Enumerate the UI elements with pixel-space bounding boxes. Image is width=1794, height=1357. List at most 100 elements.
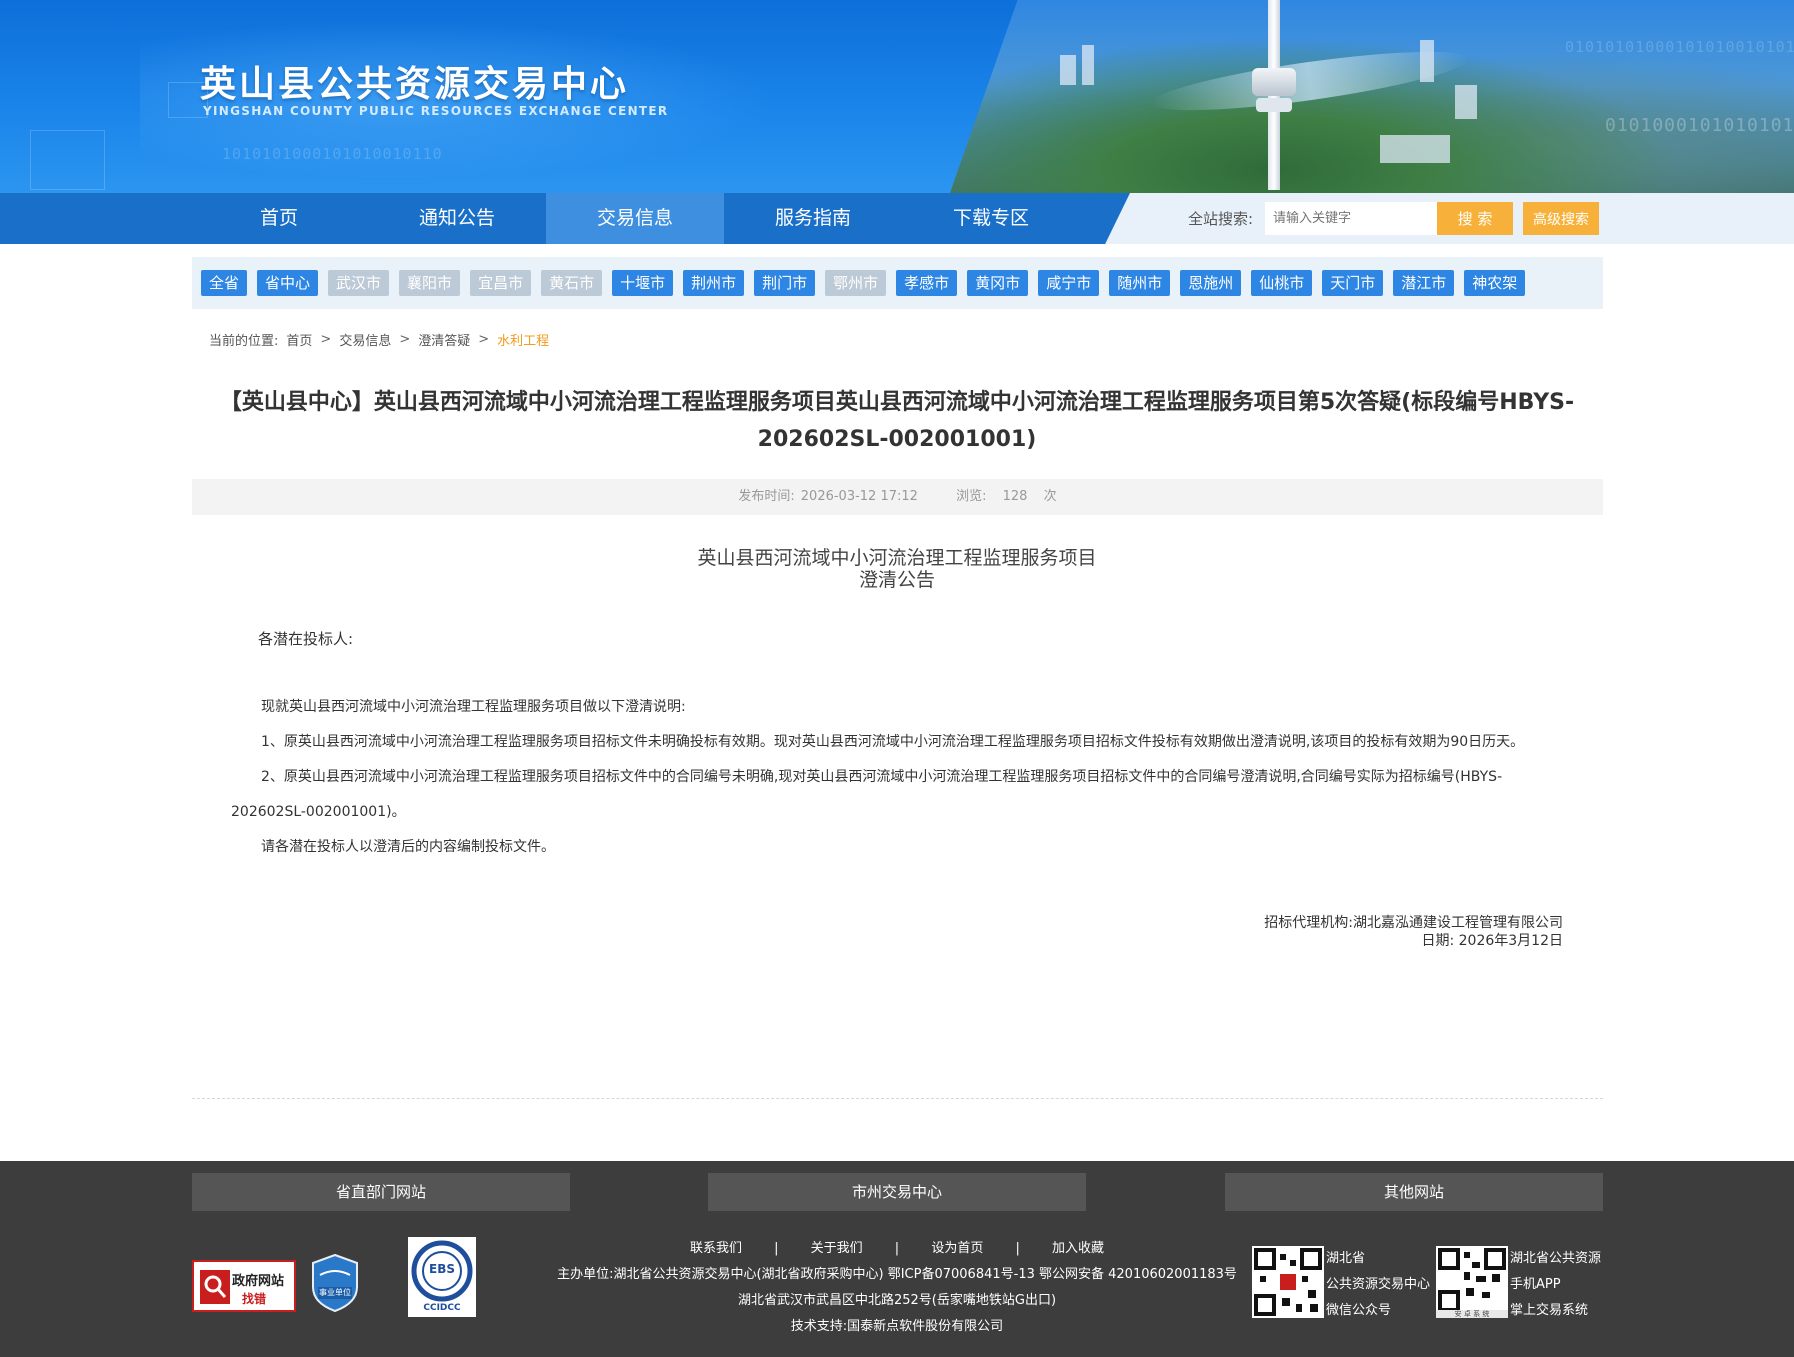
region-chip[interactable]: 孝感市 [896,270,958,296]
site-title: 英山县公共资源交易中心 [200,64,630,105]
region-filter-bar: 全省 省中心 武汉市 襄阳市 宜昌市 黄石市 十堰市 荆州市 荆门市 鄂州市 孝感市 黄冈市 咸宁市 随州… [192,257,1603,309]
nav-item-trading-info[interactable]: 交易信息 [546,193,724,244]
wechat-qr-label: 湖北省 公共资源交易中心 微信公众号 [1326,1246,1430,1324]
banner-decor [30,130,105,190]
advanced-search-button[interactable]: 高级搜索 [1523,202,1599,235]
document-heading-line2: 澄清公告 [858,569,935,591]
qr-code-icon [1254,1248,1322,1316]
breadcrumb-item-home[interactable]: 首页 [286,330,312,349]
signature-block: 招标代理机构:湖北嘉泓通建设工程管理有限公司 日期: 2026年3月12日 [1180,914,1563,950]
region-chip[interactable]: 黄石市 [541,270,603,296]
breadcrumb-prefix: 当前的位置: [209,334,279,349]
breadcrumb-item-trading-info[interactable]: 交易信息 [339,330,391,349]
search-input[interactable] [1265,202,1437,235]
header-banner: 1010101000101010010110 01010101000101010… [0,0,1794,193]
footer-link-sep: | [894,1241,900,1256]
views-unit: 次 [1043,489,1057,504]
body-paragraph: 请各潜在投标人以澄清后的内容编制投标文件。 [261,839,555,855]
nav-item-notices[interactable]: 通知公告 [368,193,546,244]
banner-building [1082,45,1094,85]
footer-tab-city-centers[interactable]: 市州交易中心 [708,1173,1086,1211]
region-chip[interactable]: 潜江市 [1393,270,1455,296]
region-chip[interactable]: 襄阳市 [399,270,461,296]
breadcrumb-separator: > [478,332,490,347]
footer-link-about[interactable]: 关于我们 [811,1241,863,1256]
app-qr-label: 湖北省公共资源 手机APP 掌上交易系统 [1510,1246,1601,1324]
footer-tab-other-sites[interactable]: 其他网站 [1225,1173,1603,1211]
banner-binary-decor: 1010101000101010010110 [222,145,443,163]
main-nav: 首页 通知公告 交易信息 服务指南 下载专区 全站搜索: 搜 索 高级搜索 [0,193,1794,244]
banner-city-image [950,0,1794,193]
document-heading-line1: 英山县西河流域中小河流治理工程监理服务项目 [697,547,1097,569]
article-title: 【英山县中心】英山县西河流域中小河流治理工程监理服务项目英山县西河流域中小河流治… [219,390,1575,452]
region-chip[interactable]: 恩施州 [1180,270,1242,296]
region-chip[interactable]: 黄冈市 [967,270,1029,296]
qr2-label-line: 掌上交易系统 [1510,1303,1589,1318]
content-divider [192,1098,1603,1099]
region-chip[interactable]: 荆门市 [754,270,816,296]
breadcrumb: 当前的位置: 首页 > 交易信息 > 澄清答疑 > 水利工程 [209,330,557,349]
search-button[interactable]: 搜 索 [1437,202,1513,235]
breadcrumb-separator: > [399,332,411,347]
article-meta: 发布时间: 2026-03-12 17:12 浏览: 128 次 [192,479,1603,515]
region-chip[interactable]: 鄂州市 [825,270,887,296]
region-chip[interactable]: 省中心 [257,270,319,296]
banner-building [1420,40,1434,82]
region-chip[interactable]: 随州市 [1109,270,1171,296]
search-label: 全站搜索: [1188,210,1254,228]
region-chip[interactable]: 宜昌市 [470,270,532,296]
footer-link-set-home[interactable]: 设为首页 [931,1241,983,1256]
qr1-label-line: 公共资源交易中心 [1326,1277,1431,1292]
body-paragraph: 现就英山县西河流域中小河流治理工程监理服务项目做以下澄清说明: [261,699,686,715]
breadcrumb-separator: > [320,332,332,347]
agency-name: 招标代理机构:湖北嘉泓通建设工程管理有限公司 [1264,915,1563,931]
app-qr-caption: 安 卓 系 统 [1454,1310,1490,1318]
footer-link-bookmark[interactable]: 加入收藏 [1052,1241,1104,1256]
breadcrumb-item-current[interactable]: 水利工程 [497,330,549,349]
qr2-label-line: 手机APP [1510,1277,1561,1292]
nav-items: 首页 通知公告 交易信息 服务指南 下载专区 [190,193,1080,244]
qr1-label-line: 湖北省 [1326,1251,1366,1266]
banner-building [1455,85,1477,119]
body-paragraph: 2、原英山县西河流域中小河流治理工程监理服务项目招标文件中的合同编号未明确,现对… [231,769,1503,820]
region-chip[interactable]: 天门市 [1322,270,1384,296]
qr2-label-line: 湖北省公共资源 [1510,1251,1602,1266]
nav-item-service-guide[interactable]: 服务指南 [724,193,902,244]
qr-code-icon [1436,1248,1508,1318]
app-qr-code: 安 卓 系 统 [1436,1246,1508,1318]
region-list: 全省 省中心 武汉市 襄阳市 宜昌市 黄石市 十堰市 荆州市 荆门市 鄂州市 孝感市 黄冈市 咸宁市 随州… [201,270,1535,296]
banner-building [1060,55,1076,85]
views-label: 浏览: [956,489,987,504]
publish-label: 发布时间: [738,489,795,504]
region-chip[interactable]: 咸宁市 [1038,270,1100,296]
region-chip[interactable]: 十堰市 [612,270,674,296]
breadcrumb-item-clarification[interactable]: 澄清答疑 [418,330,470,349]
banner-tower-pod [1256,98,1292,112]
body-paragraph: 1、原英山县西河流域中小河流治理工程监理服务项目招标文件未明确投标有效期。现对英… [261,734,1525,750]
region-chip[interactable]: 仙桃市 [1251,270,1313,296]
wechat-qr-code [1252,1246,1324,1318]
footer-tab-provincial-depts[interactable]: 省直部门网站 [192,1173,570,1211]
footer-link-sep: | [774,1241,779,1256]
site-subtitle: YINGSHAN COUNTY PUBLIC RESOURCES EXCHANG… [203,104,669,118]
banner-binary-decor: 0101000101010101010 [1605,115,1794,136]
signature-date: 日期: 2026年3月12日 [1421,933,1563,949]
document-heading: 英山县西河流域中小河流治理工程监理服务项目 澄清公告 [200,547,1594,591]
region-chip[interactable]: 全省 [201,270,248,296]
salutation: 各潜在投标人: [258,630,354,648]
region-chip[interactable]: 荆州市 [683,270,745,296]
nav-item-downloads[interactable]: 下载专区 [902,193,1080,244]
nav-item-home[interactable]: 首页 [190,193,368,244]
banner-building [1380,135,1450,163]
article-body: 现就英山县西河流域中小河流治理工程监理服务项目做以下澄清说明: 1、原英山县西河… [231,690,1561,865]
banner-tower-pod [1252,68,1296,96]
qr1-label-line: 微信公众号 [1326,1303,1392,1318]
views-count: 128 [1002,489,1028,504]
footer-link-contact[interactable]: 联系我们 [690,1241,742,1256]
publish-time: 2026-03-12 17:12 [800,489,918,504]
footer-link-sep: | [1015,1241,1020,1256]
footer: 省直部门网站 市州交易中心 其他网站 政府网站 找错 事业单位 EBS CCID… [0,1161,1794,1357]
region-chip[interactable]: 武汉市 [328,270,390,296]
region-chip[interactable]: 神农架 [1464,270,1526,296]
banner-binary-decor: 0101010100010101001010101 [1565,38,1794,56]
